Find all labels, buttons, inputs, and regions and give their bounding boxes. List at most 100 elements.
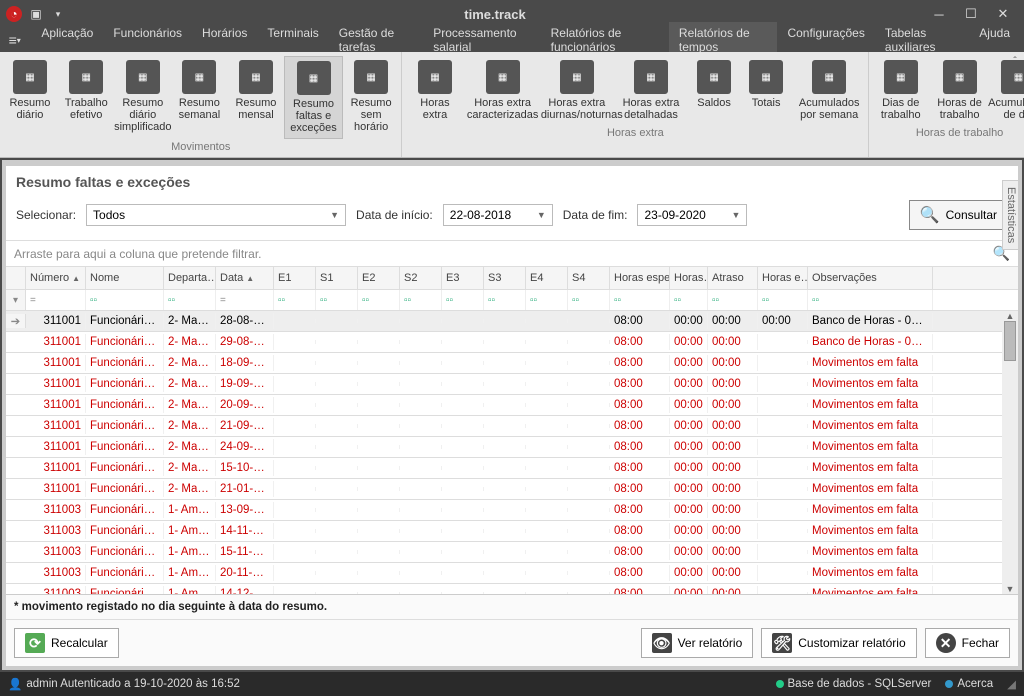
filter-cell-s4[interactable]: ▫▫ xyxy=(568,290,610,310)
ribbon-btn[interactable]: ▦Acumulados de dia xyxy=(989,56,1024,125)
ribbon-btn[interactable]: ▦Resumo diário xyxy=(2,56,58,139)
filter-cell-s3[interactable]: ▫▫ xyxy=(484,290,526,310)
table-row[interactable]: 311003Funcionário B…1- Amas…14-11-20…08:… xyxy=(6,521,1002,542)
table-row[interactable]: 311001Funcionário F…2- Manhã29-08-20…08:… xyxy=(6,332,1002,353)
column-header-e2[interactable]: E2 xyxy=(358,267,400,289)
filter-cell-atraso[interactable]: ▫▫ xyxy=(708,290,758,310)
menu-toggle-icon[interactable]: ≡▾ xyxy=(4,29,25,51)
ribbon-btn[interactable]: ▦Horas extra diurnas/noturnas xyxy=(540,56,614,125)
cell-hesp: 08:00 xyxy=(610,439,670,455)
filter-cell-data[interactable]: = xyxy=(216,290,274,310)
ribbon-btn[interactable]: ▦Resumo diário simplificado xyxy=(115,56,172,139)
column-header-e1[interactable]: E1 xyxy=(274,267,316,289)
cell-e3 xyxy=(442,403,484,407)
column-header-horase[interactable]: Horas e… xyxy=(758,267,808,289)
column-header-s2[interactable]: S2 xyxy=(400,267,442,289)
ribbon-btn[interactable]: ▦Totais xyxy=(740,56,792,125)
ribbon-btn[interactable]: ▦Resumo sem horário xyxy=(343,56,400,139)
scrollbar-vertical[interactable]: ▲ ▼ xyxy=(1002,311,1018,594)
resize-grip-icon[interactable]: ◢ xyxy=(1007,677,1016,691)
column-header-data[interactable]: Data▲ xyxy=(216,267,274,289)
scroll-thumb[interactable] xyxy=(1004,321,1016,361)
ribbon-btn[interactable]: ▦Horas extra detalhadas xyxy=(614,56,688,125)
recalculate-button[interactable]: ⟳ Recalcular xyxy=(14,628,119,658)
ribbon-btn-label: Horas extra diurnas/noturnas xyxy=(541,97,613,121)
customize-report-button[interactable]: 🛠 Customizar relatório xyxy=(761,628,916,658)
about-link[interactable]: Acerca xyxy=(945,678,993,690)
calendar-icon: ▦ xyxy=(1001,60,1024,94)
cell-e2 xyxy=(358,466,400,470)
ribbon-btn[interactable]: ▦Horas extra caracterizadas xyxy=(466,56,540,125)
filter-cell-horas[interactable]: ▫▫ xyxy=(670,290,708,310)
ribbon-btn[interactable]: ▦Resumo semanal xyxy=(171,56,228,139)
filter-row: Selecionar: Todos ▼ Data de início: 22-0… xyxy=(6,196,1018,241)
select-dropdown[interactable]: Todos ▼ xyxy=(86,204,346,226)
table-row[interactable]: 311003Funcionário B…1- Amas…15-11-20…08:… xyxy=(6,542,1002,563)
table-row[interactable]: 311001Funcionário F…2- Manhã21-09-20…08:… xyxy=(6,416,1002,437)
filter-cell-departa[interactable]: ▫▫ xyxy=(164,290,216,310)
group-hint-bar[interactable]: Arraste para aqui a coluna que pretende … xyxy=(6,241,1018,267)
scroll-down-icon[interactable]: ▼ xyxy=(1002,584,1018,594)
view-report-button[interactable]: 👁 Ver relatório xyxy=(641,628,754,658)
filter-cell-e1[interactable]: ▫▫ xyxy=(274,290,316,310)
ribbon-btn[interactable]: ▦Horas extra xyxy=(404,56,465,125)
side-tab-statistics[interactable]: Estatísticas xyxy=(1002,180,1020,250)
filter-cell-s1[interactable]: ▫▫ xyxy=(316,290,358,310)
ribbon-btn[interactable]: ▦Dias de trabalho xyxy=(871,56,930,125)
cell-s3 xyxy=(484,445,526,449)
table-row[interactable]: ➔311001Funcionário F…2- Manhã28-08-20…08… xyxy=(6,311,1002,332)
column-header-nome[interactable]: Nome xyxy=(86,267,164,289)
filter-cell-obs[interactable]: ▫▫ xyxy=(808,290,933,310)
table-row[interactable]: 311003Funcionário B…1- Amas…20-11-20…08:… xyxy=(6,563,1002,584)
filter-cell-horase[interactable]: ▫▫ xyxy=(758,290,808,310)
cell-obs: Movimentos em falta xyxy=(808,418,933,434)
consult-button[interactable]: 🔍 Consultar xyxy=(909,200,1008,230)
filter-cell-nome[interactable]: ▫▫ xyxy=(86,290,164,310)
ribbon-btn[interactable]: ▦Resumo faltas e exceções xyxy=(284,56,343,139)
filter-cell-hesp[interactable]: ▫▫ xyxy=(610,290,670,310)
ribbon-btn[interactable]: ▦Horas de trabalho xyxy=(930,56,989,125)
filter-cell-numero[interactable]: = xyxy=(26,290,86,310)
table-row[interactable]: 311001Funcionário F…2- Manhã18-09-20…08:… xyxy=(6,353,1002,374)
filter-indicator[interactable]: ▾ xyxy=(6,290,26,310)
close-panel-button[interactable]: ✕ Fechar xyxy=(925,628,1010,658)
cell-hesp: 08:00 xyxy=(610,586,670,594)
table-row[interactable]: 311001Funcionário F…2- Manhã15-10-20…08:… xyxy=(6,458,1002,479)
customize-report-label: Customizar relatório xyxy=(798,636,905,650)
filter-cell-s2[interactable]: ▫▫ xyxy=(400,290,442,310)
qat-dropdown-icon[interactable]: ▾ xyxy=(50,6,66,22)
table-row[interactable]: 311001Funcionário F…2- Manhã19-09-20…08:… xyxy=(6,374,1002,395)
qat-icon[interactable]: ▣ xyxy=(28,6,44,22)
cell-horas: 00:00 xyxy=(670,586,708,594)
table-row[interactable]: 311003Funcionário B…1- Amas…13-09-20…08:… xyxy=(6,500,1002,521)
ribbon-btn[interactable]: ▦Saldos xyxy=(688,56,740,125)
ribbon-btn[interactable]: ▦Trabalho efetivo xyxy=(58,56,115,139)
column-header-s4[interactable]: S4 xyxy=(568,267,610,289)
database-status[interactable]: Base de dados - SQLServer xyxy=(776,678,932,690)
column-header-s1[interactable]: S1 xyxy=(316,267,358,289)
column-header-numero[interactable]: Número▲ xyxy=(26,267,86,289)
filter-cell-e4[interactable]: ▫▫ xyxy=(526,290,568,310)
date-start-input[interactable]: 22-08-2018 ▼ xyxy=(443,204,553,226)
column-header-horas[interactable]: Horas… xyxy=(670,267,708,289)
filter-cell-e2[interactable]: ▫▫ xyxy=(358,290,400,310)
cell-horas: 00:00 xyxy=(670,397,708,413)
filter-cell-e3[interactable]: ▫▫ xyxy=(442,290,484,310)
table-row[interactable]: 311001Funcionário F…2- Manhã20-09-20…08:… xyxy=(6,395,1002,416)
scroll-up-icon[interactable]: ▲ xyxy=(1002,311,1018,321)
table-row[interactable]: 311003Funcionário B…1- Amas…14-12-20…08:… xyxy=(6,584,1002,594)
ribbon-btn[interactable]: ▦Resumo mensal xyxy=(228,56,285,139)
table-row[interactable]: 311001Funcionário F…2- Manhã21-01-20…08:… xyxy=(6,479,1002,500)
column-header-departa[interactable]: Departa… xyxy=(164,267,216,289)
date-end-input[interactable]: 23-09-2020 ▼ xyxy=(637,204,747,226)
column-header-s3[interactable]: S3 xyxy=(484,267,526,289)
column-header-atraso[interactable]: Atraso xyxy=(708,267,758,289)
column-header-e4[interactable]: E4 xyxy=(526,267,568,289)
cell-horas: 00:00 xyxy=(670,523,708,539)
column-header-obs[interactable]: Observações xyxy=(808,267,933,289)
column-header-e3[interactable]: E3 xyxy=(442,267,484,289)
column-header-hesp[interactable]: Horas esper… xyxy=(610,267,670,289)
ribbon-btn[interactable]: ▦Acumulados por semana xyxy=(792,56,866,125)
table-row[interactable]: 311001Funcionário F…2- Manhã24-09-20…08:… xyxy=(6,437,1002,458)
grid-body[interactable]: ➔311001Funcionário F…2- Manhã28-08-20…08… xyxy=(6,311,1002,594)
